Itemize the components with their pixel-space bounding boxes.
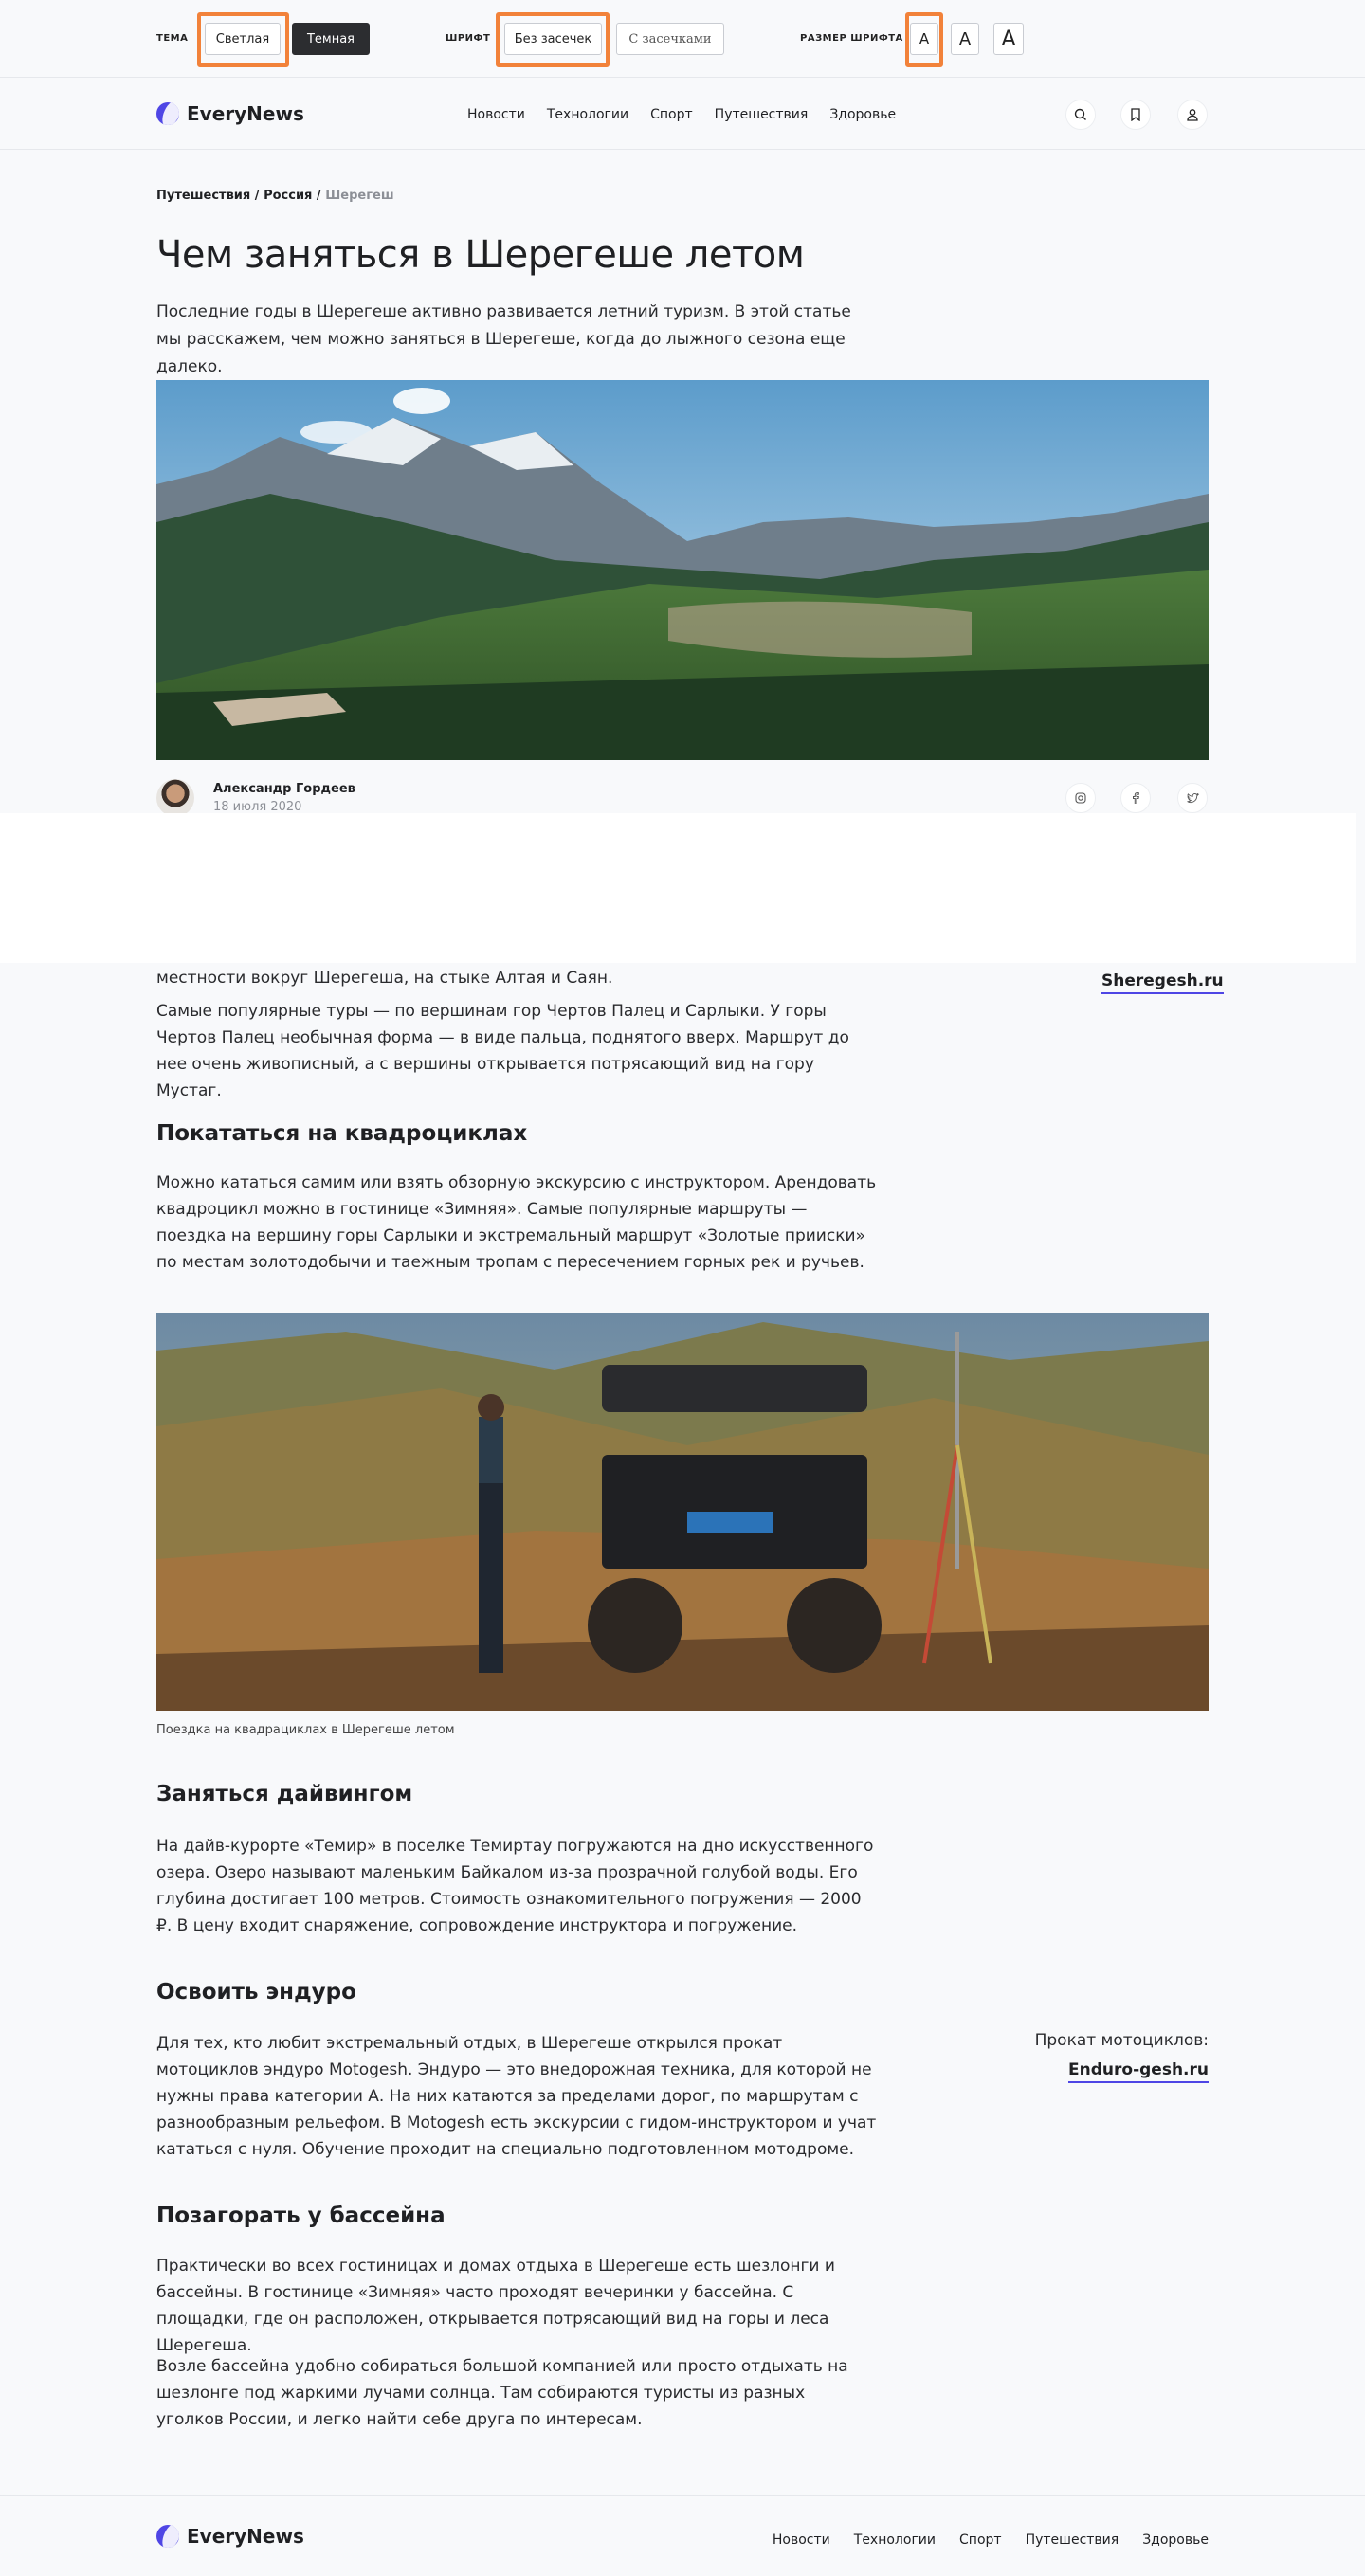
footer-logo-text: EveryNews xyxy=(187,2525,304,2548)
article-lead: Последние годы в Шерегеше активно развив… xyxy=(156,302,851,376)
footer-nav-health[interactable]: Здоровье xyxy=(1142,2532,1209,2548)
paragraph-pool-2: Возле бассейна удобно собираться большой… xyxy=(156,2357,848,2429)
author-block[interactable]: Александр Гордеев 18 июля 2020 xyxy=(156,779,355,817)
paragraph-dive: На дайв-курорте «Темир» в поселке Темирт… xyxy=(156,1837,874,1935)
footer-nav-travel[interactable]: Путешествия xyxy=(1026,2532,1119,2548)
footer-nav-tech[interactable]: Технологии xyxy=(854,2532,936,2548)
theme-dark-button[interactable]: Темная xyxy=(292,23,370,55)
paragraph-tours: Самые популярные туры — по вершинам гор … xyxy=(156,1002,849,1100)
settings-bar: ТЕМА Светлая Темная ШРИФТ Без засечек С … xyxy=(0,0,1365,78)
font-size-small-button[interactable]: A xyxy=(910,23,938,55)
nav-item-sport[interactable]: Спорт xyxy=(650,107,693,122)
breadcrumb-russia[interactable]: Россия xyxy=(264,189,312,203)
main-nav: Новости Технологии Спорт Путешествия Здо… xyxy=(467,107,896,122)
paragraph-region: местности вокруг Шерегеша, на стыке Алта… xyxy=(156,969,613,988)
site-footer: EveryNews Новости Технологии Спорт Путеш… xyxy=(0,2495,1365,2576)
nav-item-health[interactable]: Здоровье xyxy=(829,107,896,122)
share-instagram-button[interactable] xyxy=(1065,783,1096,813)
heading-dive: Заняться дайвингом xyxy=(156,1782,413,1806)
paragraph-quad: Можно кататься самим или взять обзорную … xyxy=(156,1173,877,1272)
hero-image xyxy=(156,380,1209,760)
font-size-large-button[interactable]: A xyxy=(993,23,1024,55)
logo-icon xyxy=(156,2525,179,2548)
share-facebook-button[interactable] xyxy=(1120,783,1151,813)
enduro-side-label: Прокат мотоциклов: xyxy=(1034,2031,1209,2050)
search-button[interactable] xyxy=(1065,100,1096,130)
search-icon xyxy=(1074,108,1086,120)
profile-button[interactable] xyxy=(1177,100,1208,130)
theme-light-button[interactable]: Светлая xyxy=(205,23,281,55)
breadcrumb: Путешествия / Россия / Шерегеш xyxy=(156,189,394,203)
logo-icon xyxy=(156,102,179,125)
enduro-gesh-link[interactable]: Enduro-gesh.ru xyxy=(1068,2059,1209,2083)
blank-area xyxy=(0,813,1356,963)
paragraph-enduro: Для тех, кто любит экстремальный отдых, … xyxy=(156,2034,877,2159)
avatar xyxy=(156,779,194,817)
sheregesh-link[interactable]: Sheregesh.ru xyxy=(1101,970,1224,994)
font-serif-button[interactable]: С засечками xyxy=(616,23,724,55)
nav-item-travel[interactable]: Путешествия xyxy=(715,107,809,122)
quad-image-caption: Поездка на квадрациклах в Шерегеше летом xyxy=(156,1723,455,1737)
footer-nav: Новости Технологии Спорт Путешествия Здо… xyxy=(773,2532,1209,2548)
font-label: ШРИФТ xyxy=(446,33,491,44)
user-icon xyxy=(1187,109,1198,121)
logo[interactable]: EveryNews xyxy=(156,102,304,125)
bookmark-button[interactable] xyxy=(1120,100,1151,130)
font-size-medium-button[interactable]: A xyxy=(951,23,979,55)
article-title: Чем заняться в Шерегеше летом xyxy=(156,233,805,277)
font-sans-button[interactable]: Без засечек xyxy=(504,23,602,55)
heading-enduro: Освоить эндуро xyxy=(156,1980,356,2005)
site-header: EveryNews Новости Технологии Спорт Путеш… xyxy=(0,78,1365,150)
publish-date: 18 июля 2020 xyxy=(213,800,302,814)
breadcrumb-current: Шерегеш xyxy=(325,189,394,203)
footer-nav-sport[interactable]: Спорт xyxy=(959,2532,1002,2548)
font-size-label: РАЗМЕР ШРИФТА xyxy=(800,33,903,44)
footer-logo[interactable]: EveryNews xyxy=(156,2525,304,2548)
nav-item-tech[interactable]: Технологии xyxy=(547,107,628,122)
logo-text: EveryNews xyxy=(187,102,304,125)
heading-pool: Позагорать у бассейна xyxy=(156,2204,446,2228)
theme-label: ТЕМА xyxy=(156,33,189,44)
heading-quad: Покататься на квадроциклах xyxy=(156,1121,528,1146)
nav-item-news[interactable]: Новости xyxy=(467,107,525,122)
paragraph-pool-1: Практически во всех гостиницах и домах о… xyxy=(156,2257,835,2355)
facebook-icon xyxy=(1133,792,1139,804)
breadcrumb-travel[interactable]: Путешествия xyxy=(156,189,250,203)
footer-nav-news[interactable]: Новости xyxy=(773,2532,830,2548)
author-name: Александр Гордеев xyxy=(213,782,355,796)
bookmark-icon xyxy=(1131,108,1140,121)
instagram-icon xyxy=(1075,792,1086,804)
twitter-icon xyxy=(1186,792,1199,803)
quad-image xyxy=(156,1313,1209,1711)
share-twitter-button[interactable] xyxy=(1177,783,1208,813)
